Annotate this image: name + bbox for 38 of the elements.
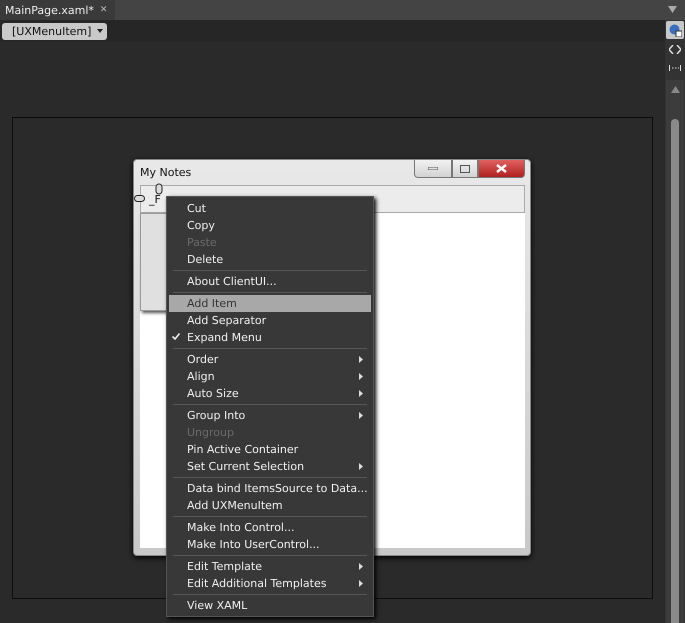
- menu-item[interactable]: About ClientUI...: [169, 273, 371, 290]
- resize-handle-icon[interactable]: [155, 183, 163, 195]
- artboard-view-icon[interactable]: [666, 21, 684, 39]
- menu-item[interactable]: Copy: [169, 217, 371, 234]
- scroll-up-icon[interactable]: [670, 86, 680, 93]
- breadcrumb-dropdown[interactable]: [UXMenuItem]: [2, 22, 108, 40]
- menu-item[interactable]: Add Separator: [169, 312, 371, 329]
- close-icon: [496, 164, 507, 173]
- maximize-icon: [460, 164, 470, 172]
- menu-item[interactable]: Edit Additional Templates: [169, 575, 371, 592]
- caret-icon: [97, 29, 104, 33]
- menu-item[interactable]: Delete: [169, 251, 371, 268]
- menu-item[interactable]: Data bind ItemsSource to Data...: [169, 480, 371, 497]
- maximize-button[interactable]: [452, 160, 478, 178]
- menu-item[interactable]: Add Item: [169, 295, 371, 312]
- menu-item[interactable]: Expand Menu: [169, 329, 371, 346]
- menu-item[interactable]: Group Into: [169, 407, 371, 424]
- close-button[interactable]: [478, 160, 525, 178]
- menu-item[interactable]: Edit Template: [169, 558, 371, 575]
- menu-item[interactable]: Pin Active Container: [169, 441, 371, 458]
- menu-item[interactable]: Auto Size: [169, 385, 371, 402]
- document-tab[interactable]: MainPage.xaml* ✕: [0, 0, 116, 20]
- minimize-icon: [428, 167, 438, 170]
- resize-handle-icon[interactable]: [134, 195, 145, 202]
- menu-item[interactable]: Cut: [169, 200, 371, 217]
- menu-item[interactable]: _F: [149, 192, 161, 206]
- scrollbar-thumb[interactable]: [671, 119, 679, 623]
- dropdown-arrow-icon[interactable]: [668, 6, 677, 13]
- menu-item[interactable]: Make Into UserControl...: [169, 536, 371, 553]
- window-title: My Notes: [140, 165, 192, 179]
- minimize-button[interactable]: [414, 160, 452, 178]
- menu-item[interactable]: Order: [169, 351, 371, 368]
- menu-item[interactable]: Add UXMenuItem: [169, 497, 371, 514]
- close-icon[interactable]: ✕: [100, 5, 108, 15]
- menu-item[interactable]: View XAML: [169, 597, 371, 614]
- menu-item[interactable]: Set Current Selection: [169, 458, 371, 475]
- menu-item[interactable]: Align: [169, 368, 371, 385]
- menu-item[interactable]: Make Into Control...: [169, 519, 371, 536]
